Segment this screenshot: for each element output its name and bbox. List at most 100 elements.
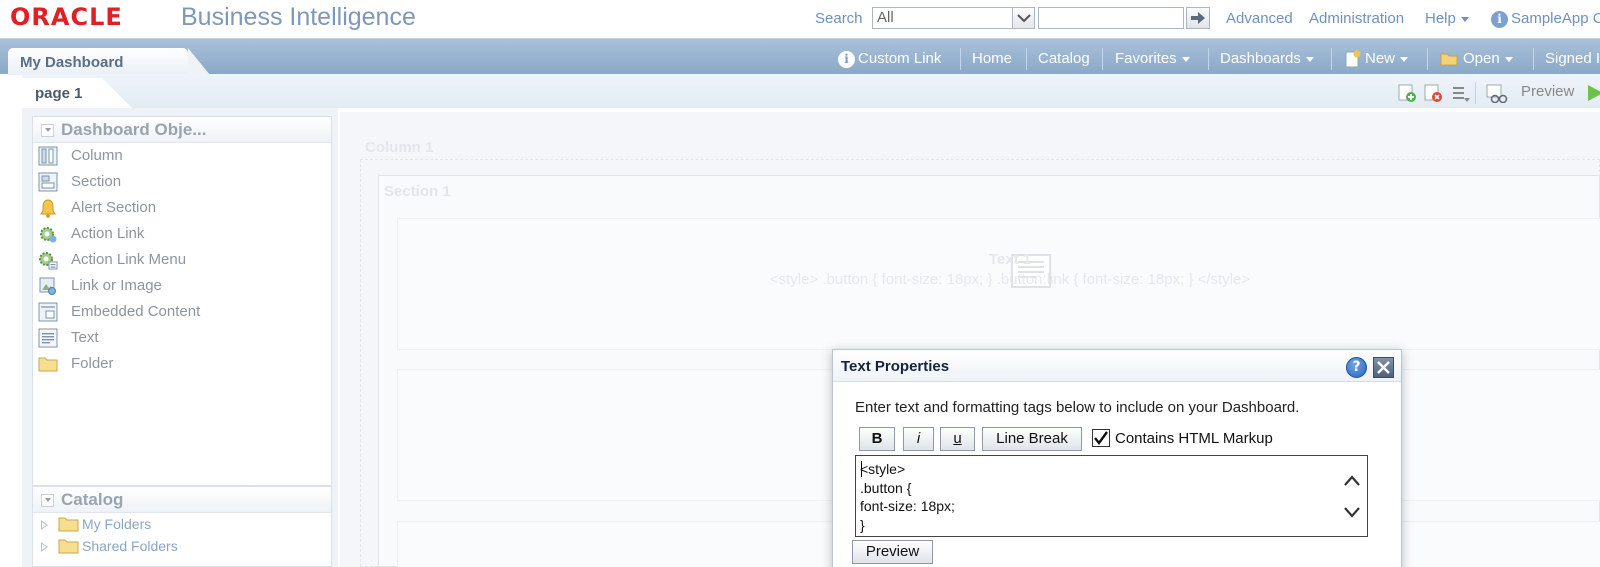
object-embedded-content[interactable]: Embedded Content (33, 299, 331, 325)
object-section[interactable]: Section (33, 169, 331, 195)
column-label[interactable]: Column 1 (365, 139, 433, 156)
administration-link[interactable]: Administration (1309, 10, 1404, 27)
product-title: Business Intelligence (181, 3, 416, 31)
add-page-icon[interactable] (1397, 83, 1417, 103)
help-icon: ? (1352, 359, 1361, 375)
dialog-instructions: Enter text and formatting tags below to … (855, 399, 1300, 416)
favorites-label: Favorites (1115, 50, 1177, 67)
close-button[interactable] (1373, 357, 1394, 378)
caret-down-icon (1305, 56, 1314, 62)
line-break-button[interactable]: Line Break (982, 427, 1082, 451)
nav-divider (1102, 48, 1103, 70)
run-icon[interactable] (1585, 83, 1600, 103)
preview-link[interactable]: Preview (1521, 83, 1574, 100)
caret-down-icon (1504, 56, 1513, 62)
dashboard-objects-header[interactable]: Dashboard Obje... (33, 117, 331, 143)
textarea-content: <style> .button { font-size: 18px; } (860, 461, 955, 533)
nav-divider (1208, 48, 1209, 70)
html-markup-label[interactable]: Contains HTML Markup (1115, 430, 1273, 447)
text-content-textarea[interactable]: <style> .button { font-size: 18px; } (855, 455, 1368, 537)
gear-link-icon (40, 227, 57, 243)
dashboard-objects-panel: Dashboard Obje... Column Section Alert S… (32, 116, 332, 486)
toolbar-divider (1475, 82, 1476, 104)
text-object-content: <style> .button { font-size: 18px; } .bu… (769, 271, 1251, 288)
html-markup-checkbox[interactable] (1092, 429, 1110, 447)
left-panel: Dashboard Obje... Column Section Alert S… (22, 108, 362, 567)
chevron-down-icon[interactable] (1012, 8, 1034, 28)
object-label: Section (71, 173, 122, 190)
object-folder[interactable]: Folder (33, 351, 331, 377)
object-label: Link or Image (71, 277, 162, 294)
oracle-logo[interactable]: ORACLE (10, 3, 123, 31)
user-name: SampleApp C (1511, 10, 1600, 27)
dialog-header[interactable]: Text Properties ? (833, 350, 1401, 382)
dashboards-menu[interactable]: Dashboards (1220, 50, 1314, 67)
text-icon (38, 328, 58, 348)
new-document-icon (1345, 50, 1361, 68)
object-label: Text (71, 329, 99, 346)
text-properties-dialog: Text Properties ? Enter text and formatt… (832, 349, 1402, 567)
expand-icon[interactable] (41, 520, 48, 530)
info-icon: i (1491, 10, 1508, 28)
dialog-title: Text Properties (841, 358, 950, 375)
tab-my-dashboard[interactable]: My Dashboard (8, 48, 210, 75)
section-label[interactable]: Section 1 (384, 183, 451, 200)
custom-link[interactable]: i Custom Link (838, 50, 941, 68)
preview-button[interactable]: Preview (852, 540, 933, 564)
object-text[interactable]: Text (33, 325, 331, 351)
caret-down-icon (1181, 56, 1190, 62)
object-action-link[interactable]: Action Link (33, 221, 331, 247)
folder-icon (58, 517, 79, 532)
help-label: Help (1425, 10, 1456, 27)
column-icon (38, 146, 58, 166)
object-action-link-menu[interactable]: Action Link Menu (33, 247, 331, 273)
favorites-menu[interactable]: Favorites (1115, 50, 1190, 67)
nav-divider (1026, 48, 1027, 70)
signed-in-menu[interactable]: Signed I (1545, 50, 1600, 67)
catalog-panel: Catalog My Folders Shared Folders (32, 486, 332, 567)
search-go-button[interactable] (1186, 7, 1210, 29)
text-cursor (861, 461, 862, 477)
search-scope-value: All (877, 9, 894, 26)
collapse-icon[interactable] (41, 124, 54, 137)
object-label: Action Link Menu (71, 251, 187, 268)
new-label: New (1365, 50, 1396, 67)
search-scope-select[interactable]: All (872, 7, 1035, 29)
custom-link-label: Custom Link (858, 50, 942, 67)
italic-button[interactable]: i (903, 427, 934, 451)
search-input[interactable] (1038, 7, 1184, 29)
user-menu[interactable]: i SampleApp C (1491, 10, 1600, 28)
nav-divider (1427, 48, 1428, 70)
object-alert-section[interactable]: Alert Section (33, 195, 331, 221)
scroll-up-icon[interactable] (1342, 471, 1362, 491)
page-options-icon[interactable] (1450, 83, 1470, 103)
catalog-header[interactable]: Catalog (33, 487, 331, 513)
advanced-link[interactable]: Advanced (1226, 10, 1293, 27)
home-link[interactable]: Home (972, 50, 1012, 67)
object-label: Alert Section (71, 199, 157, 216)
page-tab-label: page 1 (35, 85, 83, 102)
help-button[interactable]: ? (1346, 357, 1367, 378)
tree-item-label: My Folders (82, 516, 152, 532)
bold-button[interactable]: B (859, 427, 895, 451)
help-menu[interactable]: Help (1425, 10, 1469, 27)
nav-divider (1533, 48, 1534, 70)
catalog-link[interactable]: Catalog (1038, 50, 1090, 67)
object-label: Column (71, 147, 123, 164)
expand-icon[interactable] (41, 542, 48, 552)
tree-item-my-folders[interactable]: My Folders (33, 513, 331, 535)
tree-item-shared-folders[interactable]: Shared Folders (33, 535, 331, 557)
object-label: Folder (71, 355, 114, 372)
folder-icon (38, 357, 58, 372)
tab-page-1[interactable]: page 1 (22, 78, 132, 108)
object-link-or-image[interactable]: Link or Image (33, 273, 331, 299)
scroll-down-icon[interactable] (1342, 502, 1362, 522)
delete-page-icon[interactable] (1423, 83, 1443, 103)
new-menu[interactable]: New (1344, 50, 1409, 68)
close-icon (1377, 361, 1390, 374)
object-column[interactable]: Column (33, 143, 331, 169)
open-menu[interactable]: Open (1440, 50, 1513, 67)
collapse-icon[interactable] (41, 494, 54, 507)
preview-icon[interactable] (1486, 83, 1510, 103)
underline-button[interactable]: u (940, 427, 975, 451)
